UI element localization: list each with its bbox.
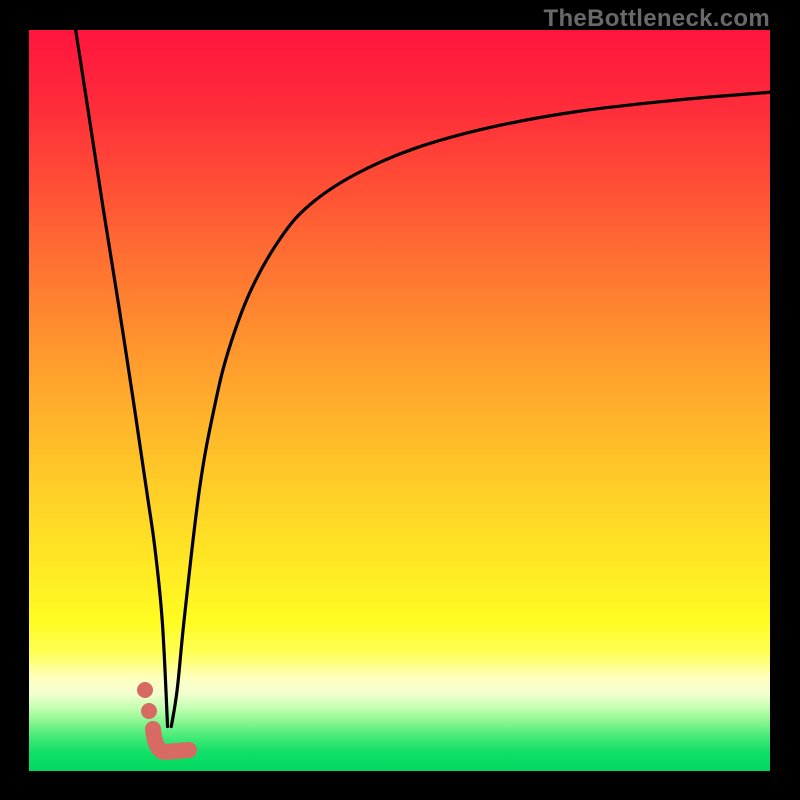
plot-area — [29, 30, 770, 771]
curve-layer — [29, 30, 770, 771]
marker-dot-icon — [141, 703, 157, 719]
watermark-text: TheBottleneck.com — [544, 5, 770, 33]
bottleneck-curve-right — [171, 92, 770, 726]
marker-dot-icon — [137, 682, 153, 698]
chart-stage: TheBottleneck.com — [0, 0, 800, 800]
optimal-marker — [137, 682, 189, 752]
bottleneck-curve-left — [76, 30, 168, 727]
marker-hook-icon — [153, 729, 189, 752]
